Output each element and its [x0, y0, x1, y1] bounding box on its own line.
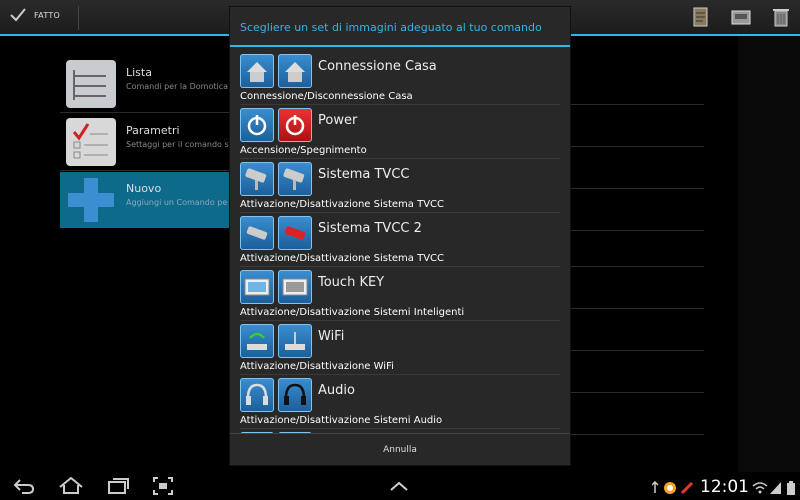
done-button[interactable]: FATTO: [10, 8, 60, 22]
dialog-footer: Annulla: [230, 433, 570, 466]
divider: [571, 392, 704, 393]
wifi-router-icon: [278, 324, 312, 358]
notification-icons[interactable]: [651, 480, 696, 495]
checkmark-icon: [10, 8, 26, 22]
screenshot-icon[interactable]: [152, 476, 174, 496]
system-bar: 12:01: [0, 472, 800, 500]
list-item-wifi[interactable]: WiFi Attivazione/Disattivazione WiFi: [230, 321, 570, 375]
item-description: Accensione/Spegnimento: [240, 145, 367, 156]
wifi-icon: [752, 480, 768, 494]
item-name: WiFi: [318, 329, 345, 344]
back-icon[interactable]: [12, 476, 36, 496]
camera-icon: [240, 162, 274, 196]
image-set-dialog: Scegliere un set di immagini adeguato al…: [229, 6, 571, 466]
touch-panel-icon: [278, 270, 312, 304]
title-divider: [230, 45, 570, 47]
dialog-title: Scegliere un set di immagini adeguato al…: [240, 21, 542, 34]
divider: [571, 146, 704, 147]
item-name: Connessione Casa: [318, 59, 437, 74]
recent-apps-icon[interactable]: [106, 476, 130, 496]
clock: 12:01: [700, 477, 749, 497]
divider: [571, 188, 704, 189]
menu-title: Nuovo: [126, 182, 162, 195]
divider: [571, 266, 704, 267]
wifi-router-icon: [240, 324, 274, 358]
divider: [571, 104, 704, 105]
save-icon[interactable]: [730, 6, 752, 28]
divider: [571, 350, 704, 351]
divider: [571, 230, 704, 231]
item-name: Power: [318, 113, 358, 128]
power-on-icon: [240, 108, 274, 142]
done-label: FATTO: [34, 10, 61, 20]
right-strip: [738, 36, 800, 472]
list-item-connessione-casa[interactable]: Connessione Casa Connessione/Disconnessi…: [230, 51, 570, 105]
menu-title: Lista: [126, 66, 152, 79]
checklist-icon: [66, 118, 116, 166]
item-description: Connessione/Disconnessione Casa: [240, 91, 413, 102]
house-icon: [240, 54, 274, 88]
item-description: Attivazione/Disattivazione WiFi: [240, 361, 394, 372]
item-name: Touch KEY: [318, 275, 385, 290]
edit-document-icon[interactable]: [690, 6, 712, 28]
trash-icon[interactable]: [770, 6, 792, 28]
battery-icon: [786, 480, 796, 495]
camera-off-icon: [278, 216, 312, 250]
chevron-up-icon[interactable]: [388, 476, 410, 496]
cancel-button[interactable]: Annulla: [230, 434, 570, 466]
item-description: Attivazione/Disattivazione Sistema TVCC: [240, 253, 445, 264]
item-name: Sistema TVCC: [318, 167, 410, 182]
house-icon: [278, 54, 312, 88]
list-item-sistema-tvcc[interactable]: Sistema TVCC Attivazione/Disattivazione …: [230, 159, 570, 213]
item-name: Audio: [318, 383, 355, 398]
power-off-icon: [278, 108, 312, 142]
touch-panel-icon: [240, 270, 274, 304]
item-description: Attivazione/Disattivazione Sistemi Audio: [240, 415, 443, 426]
divider: [571, 434, 704, 435]
list-item-audio[interactable]: Audio Attivazione/Disattivazione Sistemi…: [230, 375, 570, 429]
divider: [571, 308, 704, 309]
list-item-sistema-tvcc-2[interactable]: Sistema TVCC 2 Attivazione/Disattivazion…: [230, 213, 570, 267]
list-icon: [66, 60, 116, 108]
headphones-icon: [240, 378, 274, 412]
plus-icon: [66, 176, 116, 224]
menu-title: Parametri: [126, 124, 180, 137]
item-name: Sistema TVCC 2: [318, 221, 422, 236]
item-description: Attivazione/Disattivazione Sistemi Intel…: [240, 307, 465, 318]
list-item-power[interactable]: Power Accensione/Spegnimento: [230, 105, 570, 159]
signal-icon: [770, 480, 782, 494]
image-set-list[interactable]: Connessione Casa Connessione/Disconnessi…: [230, 49, 570, 433]
divider: [78, 6, 79, 30]
home-icon[interactable]: [58, 476, 84, 496]
camera-icon: [240, 216, 274, 250]
headphones-icon: [278, 378, 312, 412]
list-item-touch-key[interactable]: Touch KEY Attivazione/Disattivazione Sis…: [230, 267, 570, 321]
camera-icon: [278, 162, 312, 196]
item-description: Attivazione/Disattivazione Sistema TVCC: [240, 199, 445, 210]
